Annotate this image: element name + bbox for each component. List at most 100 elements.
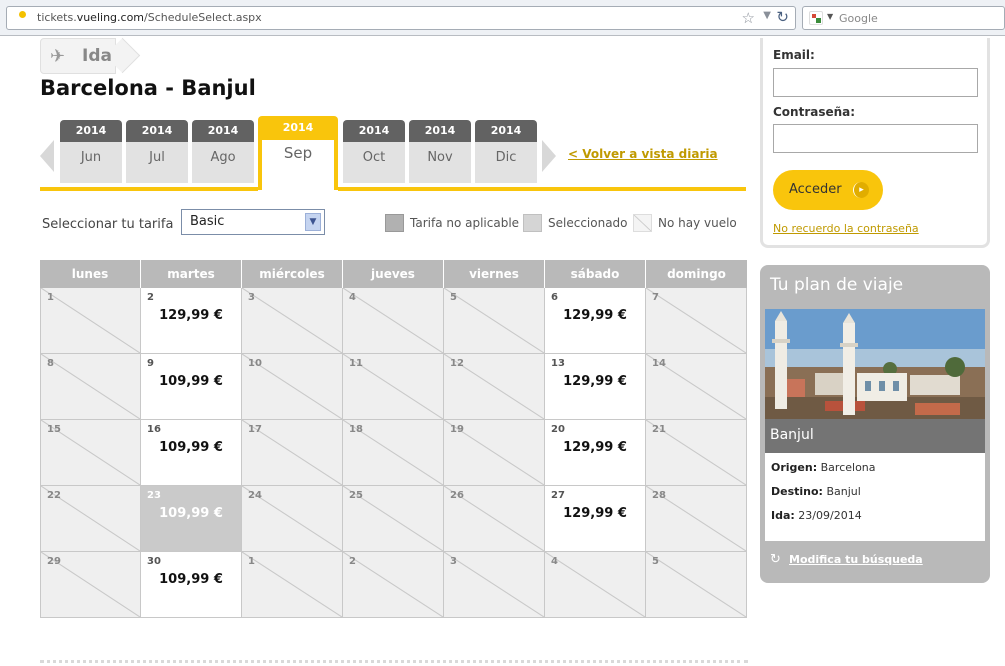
password-field[interactable] (773, 124, 978, 153)
month-tab-oct[interactable]: 2014 Oct (343, 120, 405, 183)
day-price: 129,99 € (563, 308, 627, 323)
month-label: Nov (409, 142, 471, 183)
forgot-password-link[interactable]: No recuerdo la contraseña (773, 222, 919, 235)
browser-toolbar: tickets.vueling.com/ScheduleSelect.aspx … (0, 0, 1005, 36)
accent-line (338, 187, 746, 191)
arrow-right-icon: ▸ (853, 182, 869, 198)
bookmark-star-icon[interactable]: ☆ (742, 9, 755, 27)
date-label: Ida: (771, 509, 795, 522)
prev-month-arrow-icon[interactable] (40, 140, 54, 172)
calendar-day-cell[interactable]: 13 129,99 € (545, 354, 646, 420)
address-bar[interactable]: tickets.vueling.com/ScheduleSelect.aspx … (6, 6, 796, 30)
ida-label: Ida (82, 46, 112, 66)
month-year: 2014 (475, 120, 537, 142)
ida-tab[interactable]: ✈ Ida (40, 37, 141, 74)
email-field[interactable] (773, 68, 978, 97)
day-number: 6 (551, 292, 558, 303)
day-number: 14 (652, 358, 666, 369)
day-number: 29 (47, 556, 61, 567)
calendar-day-cell[interactable]: 2 129,99 € (141, 288, 242, 354)
tarifa-row: Seleccionar tu tarifa Basic ▼ Tarifa no … (42, 208, 748, 238)
month-tab-nov[interactable]: 2014 Nov (409, 120, 471, 183)
day-number: 13 (551, 358, 565, 369)
calendar-day-cell[interactable]: 30 109,99 € (141, 552, 242, 618)
day-number: 12 (450, 358, 464, 369)
calendar-week-row: 22 23 109,99 € 24 25 26 27 129,99 € 28 (40, 486, 748, 552)
calendar-day-cell-no-flight: 4 (343, 288, 444, 354)
next-month-arrow-icon[interactable] (542, 140, 556, 172)
google-icon[interactable] (809, 11, 823, 25)
month-tab-jun[interactable]: 2014 Jun (60, 120, 122, 183)
calendar-day-cell[interactable]: 27 129,99 € (545, 486, 646, 552)
day-number: 4 (551, 556, 558, 567)
plan-details: Origen: Barcelona Destino: Banjul Ida: 2… (765, 453, 985, 541)
swatch-no-flight (633, 214, 652, 232)
legend-label: Tarifa no aplicable (410, 216, 520, 230)
url-text[interactable]: tickets.vueling.com/ScheduleSelect.aspx (37, 11, 262, 24)
calendar-day-cell-no-flight: 12 (444, 354, 545, 420)
tarifa-select[interactable]: Basic ▼ (181, 209, 325, 235)
day-price: 129,99 € (159, 308, 223, 323)
weekday-header: viernes (444, 260, 545, 288)
day-price: 129,99 € (563, 374, 627, 389)
calendar-day-cell[interactable]: 6 129,99 € (545, 288, 646, 354)
day-number: 8 (47, 358, 54, 369)
day-number: 16 (147, 424, 161, 435)
weekday-header: domingo (646, 260, 747, 288)
calendar-day-cell-no-flight: 28 (646, 486, 747, 552)
calendar-day-cell[interactable]: 9 109,99 € (141, 354, 242, 420)
calendar-day-cell[interactable]: 16 109,99 € (141, 420, 242, 486)
day-number: 25 (349, 490, 363, 501)
back-to-daily-view-link[interactable]: < Volver a vista diaria (568, 147, 718, 161)
day-number: 2 (349, 556, 356, 567)
day-number: 17 (248, 424, 262, 435)
route-title: Barcelona - Banjul (40, 76, 256, 100)
acceder-button[interactable]: Acceder ▸ (773, 170, 883, 210)
calendar-day-cell-no-flight: 14 (646, 354, 747, 420)
chevron-down-icon[interactable]: ▼ (305, 213, 321, 231)
month-tab-sep[interactable]: 2014 Sep (258, 116, 338, 190)
calendar-day-cell-no-flight: 3 (242, 288, 343, 354)
month-year: 2014 (60, 120, 122, 142)
calendar-day-cell-no-flight: 21 (646, 420, 747, 486)
site-favicon-icon (15, 11, 29, 25)
month-tab-dic[interactable]: 2014 Dic (475, 120, 537, 183)
calendar-day-cell-no-flight: 4 (545, 552, 646, 618)
day-number: 5 (652, 556, 659, 567)
city-skyline-image (765, 309, 985, 419)
month-tab-jul[interactable]: 2014 Jul (126, 120, 188, 183)
day-number: 1 (248, 556, 255, 567)
search-box[interactable]: ▼ Google (802, 6, 1005, 30)
calendar-day-cell[interactable]: 23 109,99 € (141, 486, 242, 552)
destination-photo (765, 309, 985, 419)
calendar-week-row: 1 2 129,99 € 3 4 5 6 129,99 € 7 (40, 288, 748, 354)
search-placeholder: Google (839, 12, 878, 25)
modify-search-link[interactable]: Modifica tu búsqueda (789, 553, 923, 566)
calendar-week-row: 29 30 109,99 € 1 2 3 4 5 (40, 552, 748, 618)
day-number: 7 (652, 292, 659, 303)
swatch-selected (523, 214, 542, 232)
reload-icon[interactable]: ↻ (776, 8, 789, 26)
calendar-day-cell[interactable]: 20 129,99 € (545, 420, 646, 486)
history-dropdown-icon[interactable]: ▼ (763, 10, 771, 21)
legend-label: No hay vuelo (658, 216, 737, 230)
calendar-day-cell-no-flight: 3 (444, 552, 545, 618)
tarifa-label: Seleccionar tu tarifa (42, 217, 174, 232)
calendar-day-cell-no-flight: 5 (444, 288, 545, 354)
weekday-header: martes (141, 260, 242, 288)
tarifa-value: Basic (190, 214, 225, 229)
email-label: Email: (773, 48, 815, 62)
day-price: 109,99 € (159, 374, 223, 389)
month-label: Sep (262, 140, 334, 186)
month-year: 2014 (126, 120, 188, 142)
day-price: 129,99 € (563, 506, 627, 521)
date-row: Ida: 23/09/2014 (771, 509, 979, 533)
month-label: Jun (60, 142, 122, 183)
travel-plan-box: Tu plan de viaje Banjul Origen: Barcelon… (760, 265, 990, 583)
day-number: 4 (349, 292, 356, 303)
engine-dropdown-icon[interactable]: ▼ (827, 12, 833, 21)
date-value: 23/09/2014 (798, 509, 862, 522)
day-number: 26 (450, 490, 464, 501)
month-tab-ago[interactable]: 2014 Ago (192, 120, 254, 183)
calendar-day-cell-no-flight: 17 (242, 420, 343, 486)
